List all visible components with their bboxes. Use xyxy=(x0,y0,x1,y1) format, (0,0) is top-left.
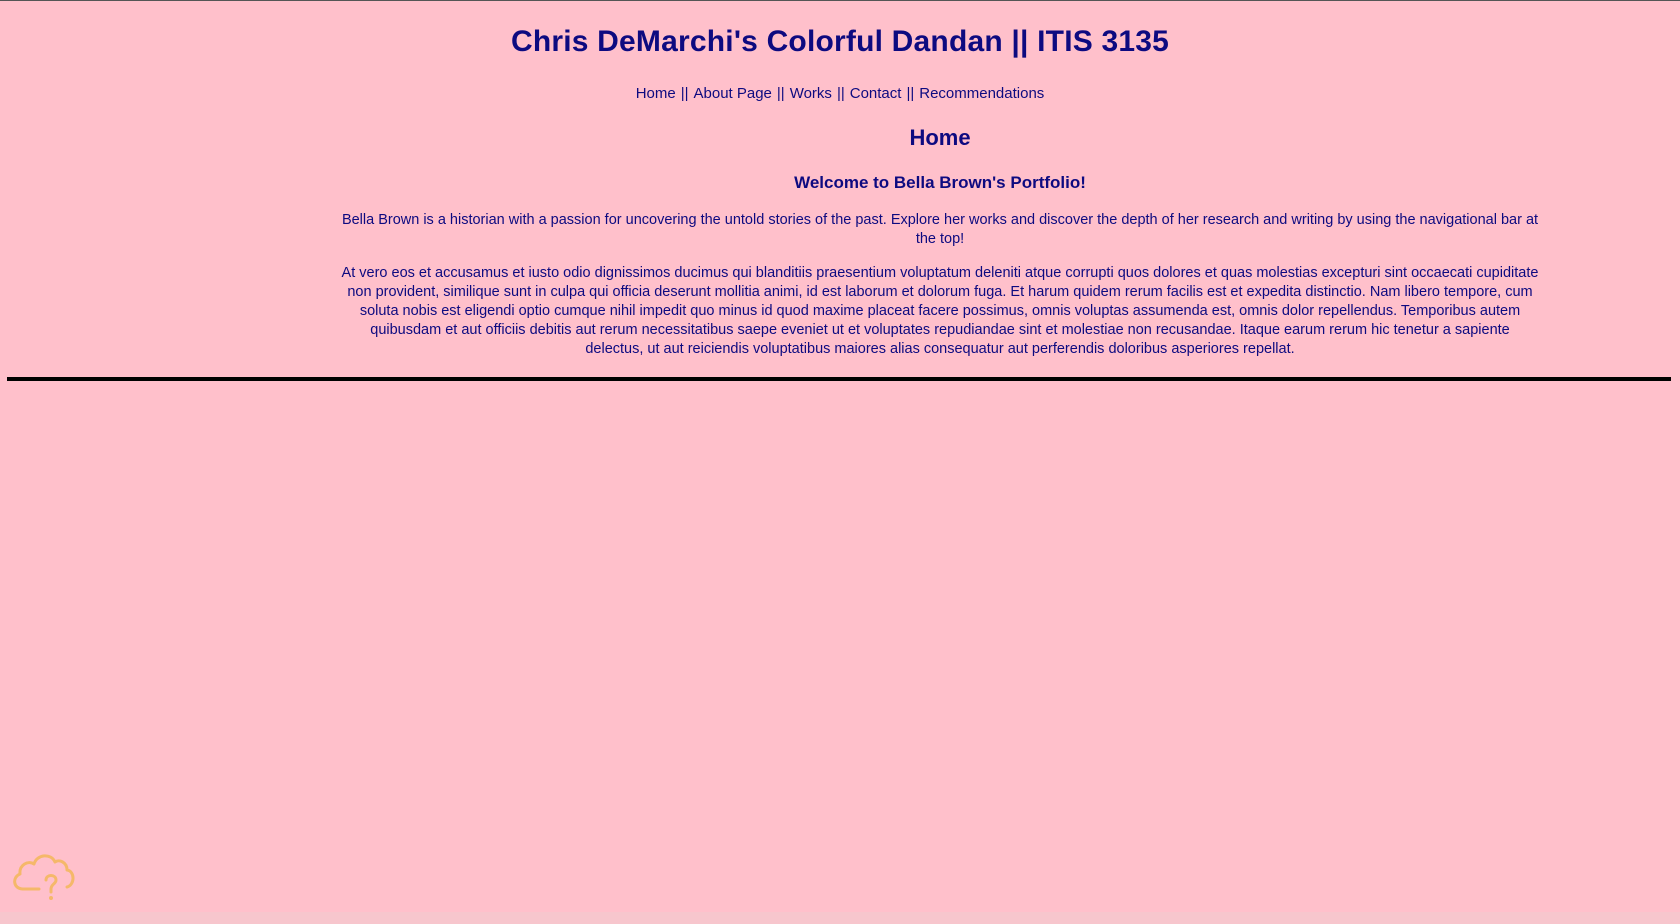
page-heading: Home xyxy=(909,125,971,150)
main-content: Home Welcome to Bella Brown's Portfolio!… xyxy=(340,125,1540,359)
intro-paragraph: Bella Brown is a historian with a passio… xyxy=(341,212,1539,247)
cloud-question-icon[interactable] xyxy=(9,847,77,903)
cloud-question-icon-svg xyxy=(13,854,75,900)
nav-link-home[interactable]: Home xyxy=(636,85,676,102)
welcome-heading: Welcome to Bella Brown's Portfolio! xyxy=(794,173,1086,192)
nav-separator: || xyxy=(680,85,689,102)
site-title: Chris DeMarchi's Colorful Dandan || ITIS… xyxy=(510,25,1170,58)
bottom-strip xyxy=(0,912,1680,924)
body-paragraph: At vero eos et accusamus et iusto odio d… xyxy=(341,265,1539,357)
nav-link-recommendations[interactable]: Recommendations xyxy=(919,85,1044,102)
nav-separator: || xyxy=(906,85,915,102)
section-divider xyxy=(7,377,1671,381)
nav-link-contact[interactable]: Contact xyxy=(850,85,902,102)
nav-separator: || xyxy=(836,85,845,102)
nav-link-about[interactable]: About Page xyxy=(694,85,772,102)
nav-separator: || xyxy=(776,85,785,102)
main-nav: Home || About Page || Works || Contact || Recomm… xyxy=(0,85,1680,102)
nav-link-works[interactable]: Works xyxy=(790,85,832,102)
